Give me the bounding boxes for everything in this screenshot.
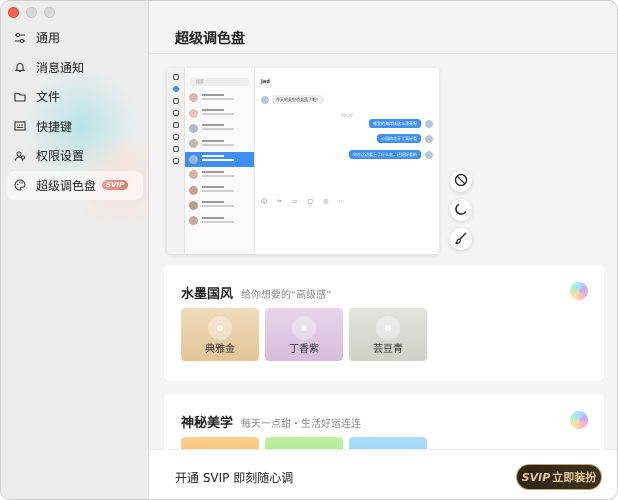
folder-icon <box>14 91 26 103</box>
page-title: 超级调色盘 <box>175 31 245 47</box>
app-window: 通用 消息通知 文件 快捷键 权限设置 超级调色盘 SVIP 超级调色盘 搜索 … <box>0 0 618 500</box>
bell-icon <box>14 61 26 73</box>
card-subtitle: 给你想要的“高级感” <box>241 290 332 301</box>
sidebar-item-general[interactable]: 通用 <box>7 23 143 53</box>
sidebar-item-palette[interactable]: 超级调色盘 SVIP <box>7 170 143 200</box>
moon-icon <box>454 202 468 219</box>
users-icon <box>14 150 26 162</box>
preview-chat-title: Jad <box>261 79 270 85</box>
swatch-label: 典雅金 <box>205 344 235 355</box>
footer-bar: 开通 SVIP 即刻随心调 SVIP 立即装扮 <box>149 449 617 499</box>
dark-mode-button[interactable] <box>450 199 472 221</box>
sidebar-nav: 通用 消息通知 文件 快捷键 权限设置 超级调色盘 SVIP <box>7 23 143 200</box>
swatch-yundouqing[interactable]: 芸豆青 <box>349 308 427 361</box>
brush-button[interactable] <box>450 228 472 250</box>
swatch-label: 丁香紫 <box>289 344 319 355</box>
sidebar-item-label: 超级调色盘 <box>36 178 97 193</box>
preview-outgoing-bubble: 你在这边看上了什么花，还挺好看的 <box>349 150 421 159</box>
swatch-halo <box>376 316 400 340</box>
zoom-window-button[interactable] <box>44 7 55 18</box>
color-orb-icon[interactable] <box>570 282 588 300</box>
swatch-dianyajin[interactable]: 典雅金 <box>181 308 259 361</box>
sidebar-item-label: 通用 <box>36 31 61 46</box>
theme-preview: 搜索 Jad 今天的天空也太蓝了吧！ 09:30 哪里的海岸线这么漂亮呀 公园的… <box>167 68 439 254</box>
sidebar-item-shortcuts[interactable]: 快捷键 <box>7 112 143 142</box>
footer-promo-text: 开通 SVIP 即刻随心调 <box>175 471 294 485</box>
window-controls <box>8 7 55 18</box>
preview-chat-list: 搜索 <box>185 68 255 254</box>
svip-button-prefix: SVIP <box>521 470 551 484</box>
sidebar: 通用 消息通知 文件 快捷键 权限设置 超级调色盘 SVIP <box>1 1 149 499</box>
swatch-dingxiangzi[interactable]: 丁香紫 <box>265 308 343 361</box>
minimize-window-button[interactable] <box>26 7 37 18</box>
ban-button[interactable] <box>450 170 472 192</box>
swatch-halo <box>292 316 316 340</box>
color-orb-icon[interactable] <box>570 411 588 429</box>
preview-search: 搜索 <box>190 78 249 86</box>
card-title: 水墨国风 <box>181 287 234 302</box>
preview-outgoing-bubble: 哪里的海岸线这么漂亮呀 <box>369 119 421 128</box>
card-title: 神秘美学 <box>181 416 234 431</box>
swatch-label: 芸豆青 <box>373 344 403 355</box>
sidebar-item-label: 快捷键 <box>36 119 73 134</box>
preview-outgoing-bubble: 公园的花开了真好看 <box>377 134 421 143</box>
card-subtitle: 每天一点甜・生活好运连连 <box>241 419 361 430</box>
svip-button-label: 立即装扮 <box>552 471 597 484</box>
brush-icon <box>454 231 468 248</box>
sidebar-item-label: 权限设置 <box>36 149 85 164</box>
theme-card: 水墨国风 给你想要的“高级感” 典雅金 丁香紫 芸豆青 <box>164 265 604 381</box>
main-panel: 超级调色盘 搜索 Jad 今天的天空也太蓝了吧！ 09:30 哪里的海岸线这么漂… <box>149 1 617 499</box>
close-window-button[interactable] <box>8 7 19 18</box>
swatch-halo <box>208 316 232 340</box>
ban-icon <box>454 173 468 190</box>
preview-chat-window: Jad 今天的天空也太蓝了吧！ 09:30 哪里的海岸线这么漂亮呀 公园的花开了… <box>255 68 439 254</box>
preview-selected-chat <box>185 151 254 167</box>
sidebar-item-notifications[interactable]: 消息通知 <box>7 53 143 83</box>
sidebar-item-label: 消息通知 <box>36 60 85 75</box>
svip-dress-up-button[interactable]: SVIP 立即装扮 <box>516 464 602 490</box>
sliders-icon <box>14 32 26 44</box>
preview-time: 09:30 <box>341 113 353 118</box>
sidebar-item-label: 文件 <box>36 90 61 105</box>
palette-icon <box>14 179 26 191</box>
sidebar-item-permissions[interactable]: 权限设置 <box>7 141 143 171</box>
title-divider <box>149 53 617 54</box>
preview-rail <box>167 68 185 254</box>
sidebar-item-files[interactable]: 文件 <box>7 82 143 112</box>
preview-incoming-bubble: 今天的天空也太蓝了吧！ <box>272 95 324 104</box>
preview-toolbar: ☺ ✂ ▭ ▢ ◎ ⋯ <box>261 198 349 205</box>
keyboard-icon <box>14 120 26 132</box>
svip-badge: SVIP <box>102 180 129 191</box>
